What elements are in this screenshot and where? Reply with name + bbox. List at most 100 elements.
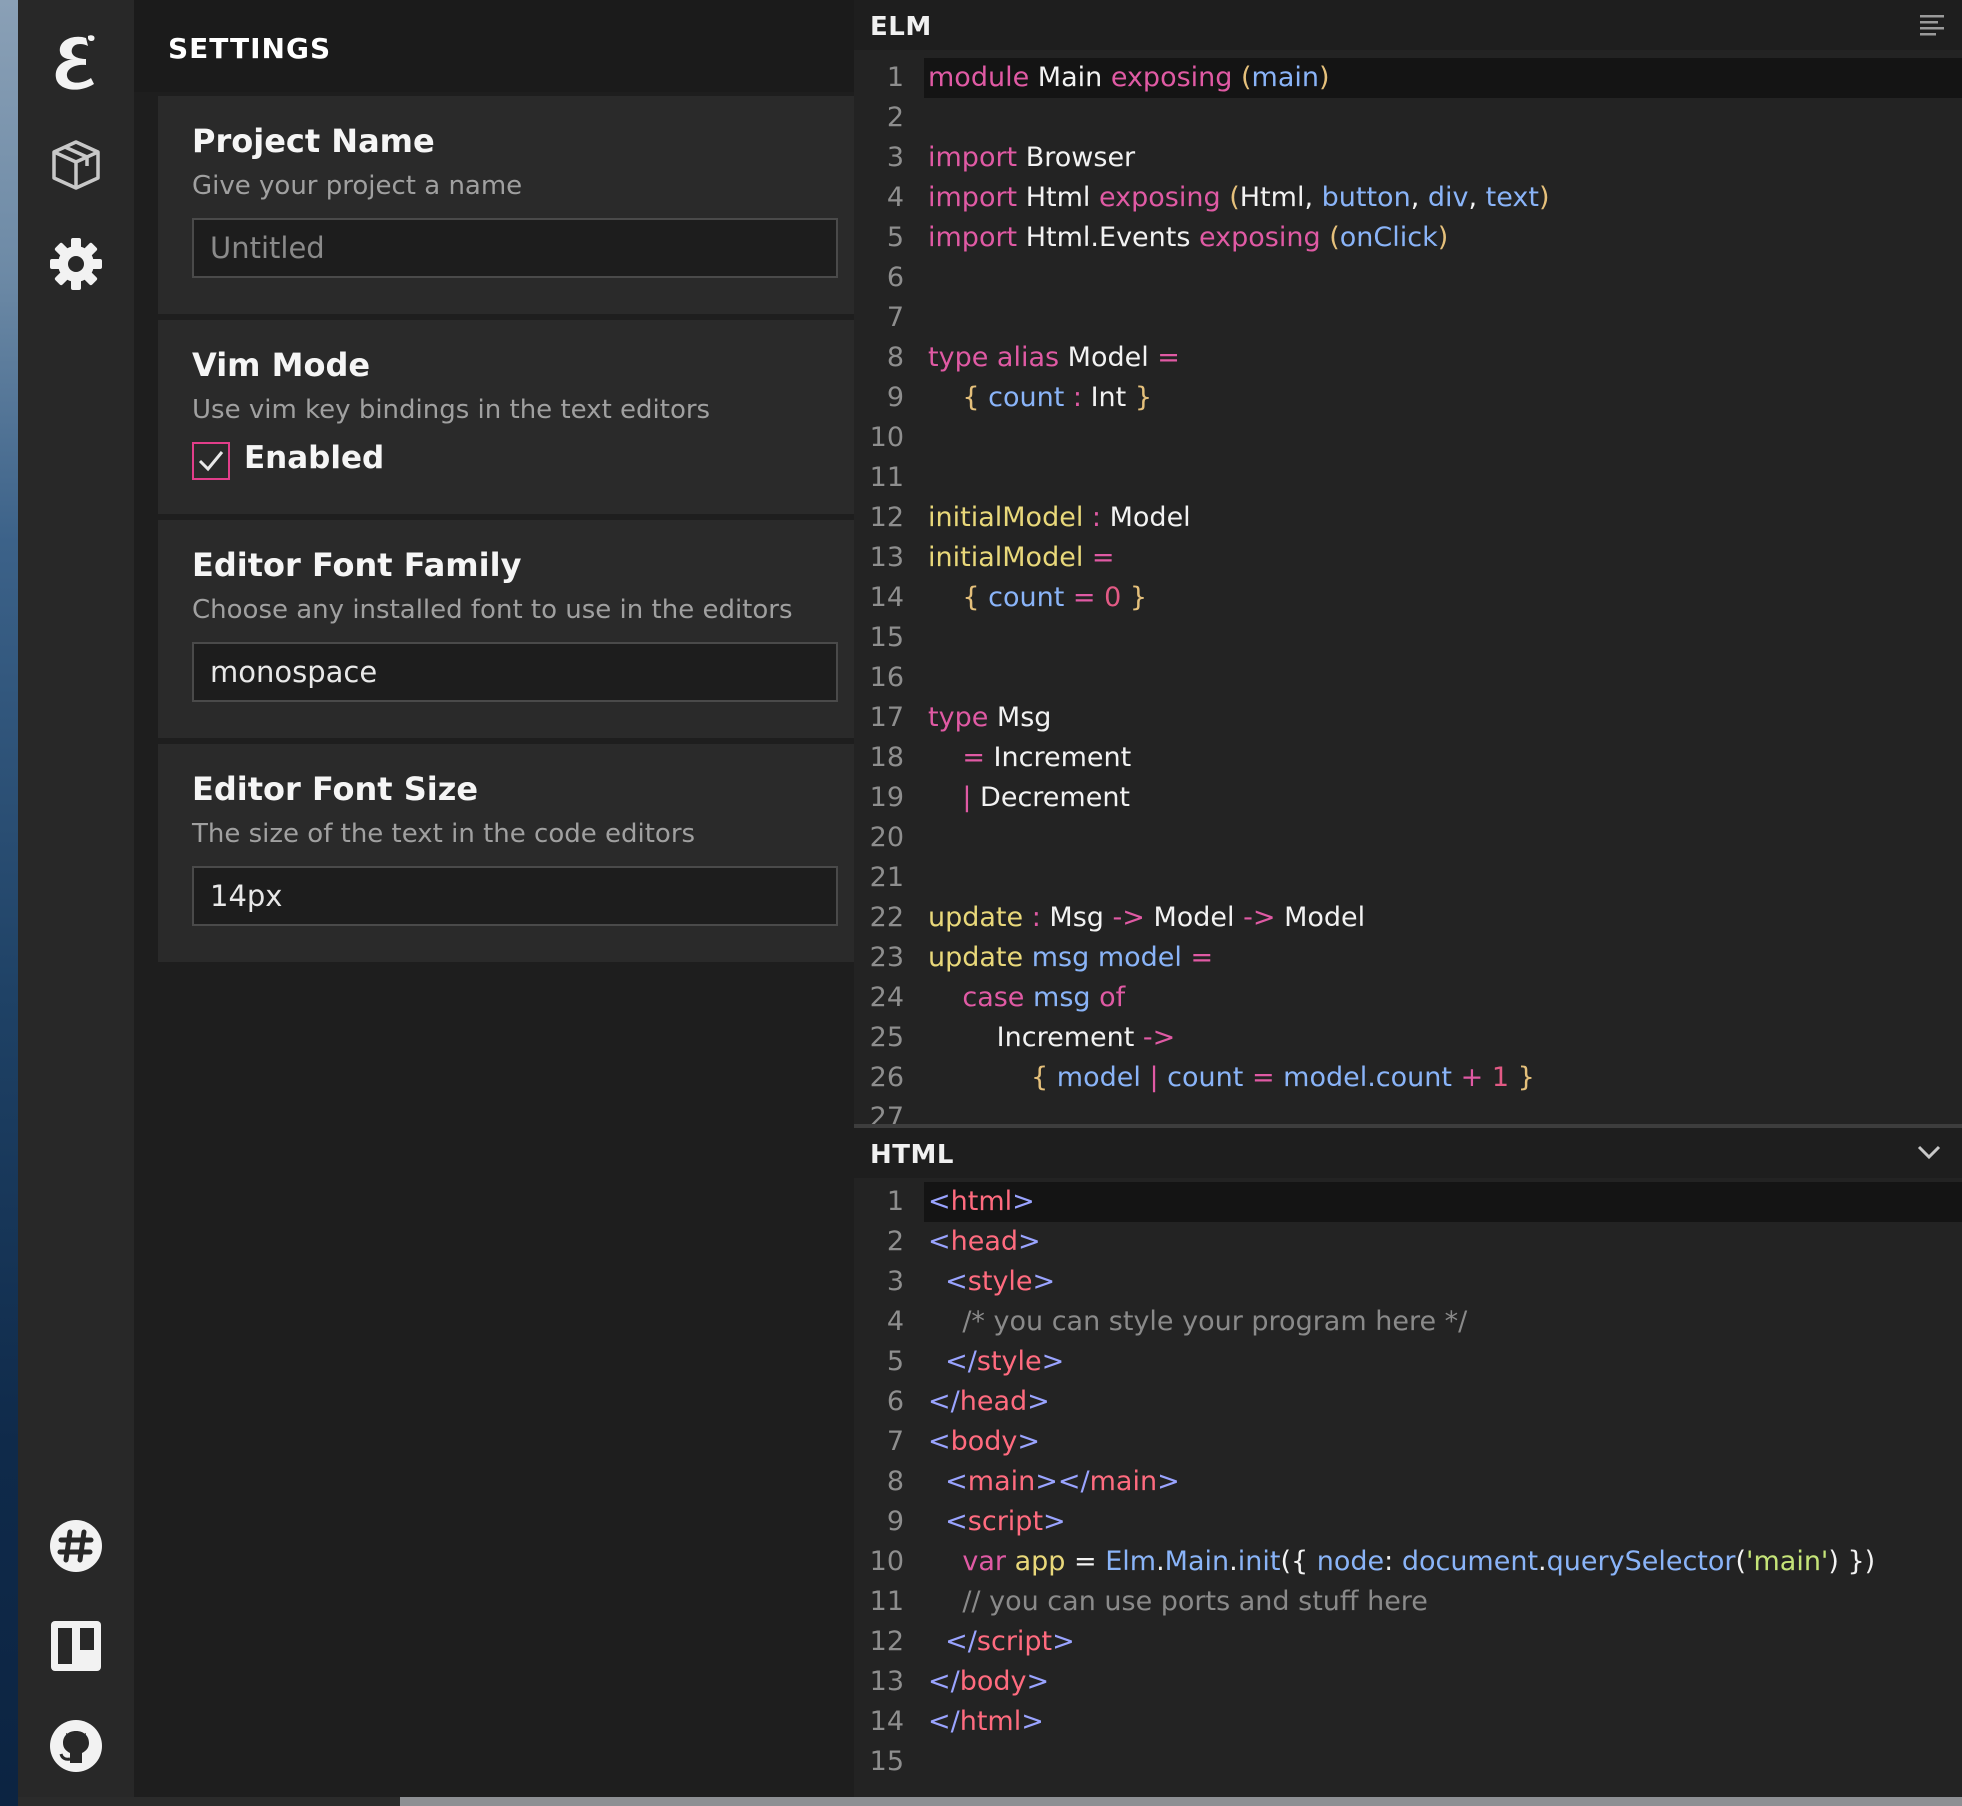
- font-size-card: Editor Font Size The size of the text in…: [158, 744, 854, 962]
- code-line-text: <script>: [945, 1506, 1066, 1537]
- elm-code-line[interactable]: 9 { count : Int }: [854, 378, 1962, 418]
- elm-code-line[interactable]: 7: [854, 298, 1962, 338]
- html-code-line[interactable]: 7 <body>: [854, 1422, 1962, 1462]
- line-number: 3: [886, 1266, 904, 1297]
- code-line-text: case msg of: [962, 982, 1126, 1013]
- elm-code-line[interactable]: 1 module Main exposing (main): [854, 58, 1962, 98]
- elm-code-line[interactable]: 11: [854, 458, 1962, 498]
- code-line-text: update msg model =: [928, 942, 1214, 973]
- html-pane-header: HTML: [854, 1128, 1962, 1178]
- elm-code-line[interactable]: 5 import Html.Events exposing (onClick): [854, 218, 1962, 258]
- line-number: 8: [886, 1466, 904, 1497]
- elm-code-line[interactable]: 14 { count = 0 }: [854, 578, 1962, 618]
- code-line-text: import Browser: [928, 142, 1136, 173]
- line-number: 13: [869, 542, 904, 573]
- code-line-text: </script>: [945, 1626, 1075, 1657]
- elm-code-line[interactable]: 26 { model | count = model.count + 1 }: [854, 1058, 1962, 1098]
- line-number: 13: [869, 1666, 904, 1697]
- elm-code-line[interactable]: 23 update msg model =: [854, 938, 1962, 978]
- html-code-line[interactable]: 1 <html>: [854, 1182, 1962, 1222]
- elm-code-line[interactable]: 22 update : Msg -> Model -> Model: [854, 898, 1962, 938]
- line-number: 15: [869, 622, 904, 653]
- code-line-text: update : Msg -> Model -> Model: [928, 902, 1366, 933]
- slack-icon[interactable]: [46, 1516, 106, 1576]
- html-code-line[interactable]: 12 </script>: [854, 1622, 1962, 1662]
- html-code-line[interactable]: 9 <script>: [854, 1502, 1962, 1542]
- html-code-line[interactable]: 15: [854, 1742, 1962, 1782]
- trello-icon[interactable]: [46, 1616, 106, 1676]
- elm-code-line[interactable]: 25 Increment ->: [854, 1018, 1962, 1058]
- code-line-text: module Main exposing (main): [924, 58, 1962, 98]
- elm-code-line[interactable]: 17 type Msg: [854, 698, 1962, 738]
- font-family-input[interactable]: [192, 642, 838, 702]
- vim-mode-title: Vim Mode: [192, 346, 371, 384]
- elm-code-line[interactable]: 6: [854, 258, 1962, 298]
- project-name-description: Give your project a name: [192, 171, 523, 201]
- html-code-line[interactable]: 8 <main></main>: [854, 1462, 1962, 1502]
- vim-mode-description: Use vim key bindings in the text editors: [192, 395, 711, 425]
- html-code-line[interactable]: 3 <style>: [854, 1262, 1962, 1302]
- checkmark-icon: [198, 451, 224, 472]
- html-code-line[interactable]: 10 var app = Elm.Main.init({ node: docum…: [854, 1542, 1962, 1582]
- html-code-line[interactable]: 13 </body>: [854, 1662, 1962, 1702]
- font-family-title: Editor Font Family: [192, 546, 522, 584]
- elm-code-line[interactable]: 8 type alias Model =: [854, 338, 1962, 378]
- line-number: 1: [886, 62, 904, 93]
- elm-code-line[interactable]: 27: [854, 1098, 1962, 1124]
- elm-code-line[interactable]: 2: [854, 98, 1962, 138]
- font-family-description: Choose any installed font to use in the …: [192, 595, 793, 625]
- elm-code-line[interactable]: 15: [854, 618, 1962, 658]
- code-line-text: // you can use ports and stuff here: [928, 1586, 1428, 1617]
- html-code-line[interactable]: 2 <head>: [854, 1222, 1962, 1262]
- align-icon[interactable]: [1920, 14, 1944, 42]
- line-number: 22: [869, 902, 904, 933]
- html-code-line[interactable]: 11 // you can use ports and stuff here: [854, 1582, 1962, 1622]
- gear-icon[interactable]: [46, 234, 106, 294]
- line-number: 14: [869, 1706, 904, 1737]
- code-line-text: <html>: [924, 1182, 1962, 1222]
- chevron-down-icon[interactable]: [1916, 1142, 1942, 1166]
- code-line-text: <head>: [928, 1226, 1041, 1257]
- line-number: 18: [869, 742, 904, 773]
- font-size-input[interactable]: [192, 866, 838, 926]
- code-line-text: <body>: [928, 1426, 1041, 1457]
- elm-code-line[interactable]: 13 initialModel =: [854, 538, 1962, 578]
- elm-code-line[interactable]: 12 initialModel : Model: [854, 498, 1962, 538]
- package-icon[interactable]: [46, 134, 106, 194]
- elm-code-line[interactable]: 10: [854, 418, 1962, 458]
- ellie-logo-icon[interactable]: [46, 34, 106, 94]
- elm-code-line[interactable]: 16: [854, 658, 1962, 698]
- code-line-text: { count : Int }: [962, 382, 1153, 413]
- elm-code-line[interactable]: 20: [854, 818, 1962, 858]
- html-code-line[interactable]: 5 </style>: [854, 1342, 1962, 1382]
- project-name-input[interactable]: [192, 218, 838, 278]
- elm-code-editor[interactable]: 1 module Main exposing (main) 2 3 import Bro…: [854, 58, 1962, 1124]
- settings-title: SETTINGS: [168, 32, 332, 65]
- html-code-line[interactable]: 4 /* you can style your program here */: [854, 1302, 1962, 1342]
- code-line-text: </body>: [928, 1666, 1050, 1697]
- elm-code-line[interactable]: 19 | Decrement: [854, 778, 1962, 818]
- elm-code-line[interactable]: 18 = Increment: [854, 738, 1962, 778]
- elm-code-line[interactable]: 24 case msg of: [854, 978, 1962, 1018]
- elm-code-line[interactable]: 3 import Browser: [854, 138, 1962, 178]
- html-code-line[interactable]: 14 </html>: [854, 1702, 1962, 1742]
- github-icon[interactable]: [46, 1716, 106, 1776]
- vim-mode-checkbox-label[interactable]: Enabled: [244, 440, 384, 476]
- elm-code-line[interactable]: 4 import Html exposing (Html, button, div…: [854, 178, 1962, 218]
- line-number: 3: [886, 142, 904, 173]
- vim-mode-checkbox[interactable]: [192, 442, 230, 480]
- elm-code-line[interactable]: 21: [854, 858, 1962, 898]
- html-code-editor[interactable]: 1 <html> 2 <head> 3 <style> 4 /* you can styl…: [854, 1182, 1962, 1782]
- html-code-line[interactable]: 6 </head>: [854, 1382, 1962, 1422]
- code-line-text: <style>: [945, 1266, 1056, 1297]
- line-number: 14: [869, 582, 904, 613]
- line-number: 6: [886, 1386, 904, 1417]
- code-line-text: Increment ->: [928, 1022, 1176, 1053]
- line-number: 20: [869, 822, 904, 853]
